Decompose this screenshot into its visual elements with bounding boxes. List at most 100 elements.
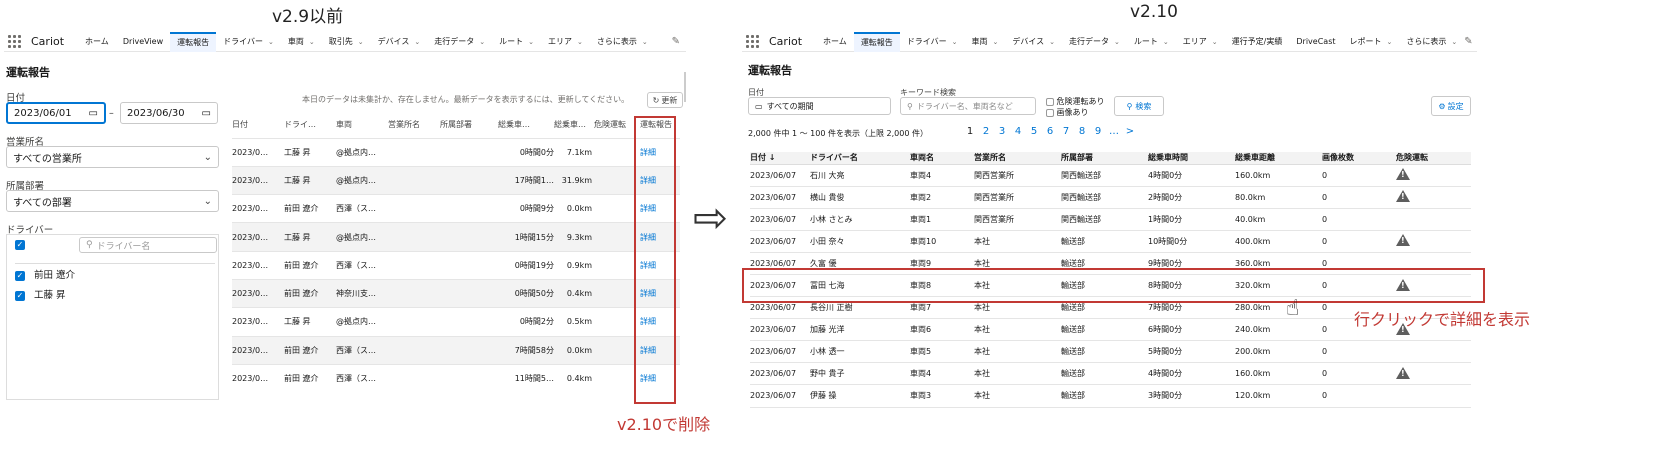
nav-tab[interactable]: ドライバー ⌄ (900, 32, 965, 52)
column-header[interactable]: 営業所名 (974, 152, 1061, 165)
date-range-select[interactable]: ▭ すべての期間 (748, 97, 891, 115)
nav-tab[interactable]: 運転報告 (170, 32, 217, 52)
chevron-down-icon[interactable]: ⌄ (1114, 32, 1120, 52)
settings-button[interactable]: ⚙ 設定 (1431, 96, 1471, 116)
date-from-input[interactable]: 2023/06/01 ▭ (6, 102, 106, 124)
table-row[interactable]: 2023/06/07 小林 さとみ 車両1 関西営業所 関西輸送部 1時間0分 40.0km… (750, 208, 1471, 231)
column-header[interactable]: ドライ… (284, 112, 336, 138)
filter-image-checkbox[interactable]: 画像あり (1046, 107, 1089, 118)
page-link[interactable]: 3 (994, 126, 1010, 137)
driver-item[interactable]: ✓ 工藤 昇 (15, 287, 66, 301)
nav-tab[interactable]: ルート ⌄ (492, 32, 541, 52)
nav-tab[interactable]: 取引先 ⌄ (322, 32, 371, 52)
chevron-down-icon[interactable]: ⌄ (414, 32, 420, 52)
edit-nav-icon[interactable]: ✎ (1464, 36, 1472, 47)
page-link[interactable]: 8 (1074, 126, 1090, 137)
column-header[interactable]: 車両 (336, 112, 388, 138)
nav-tab[interactable]: エリア ⌄ (541, 32, 590, 52)
nav-tab[interactable]: DriveCast (1289, 32, 1342, 52)
page-link[interactable]: 1 (962, 126, 978, 137)
chevron-down-icon[interactable]: ⌄ (577, 32, 583, 52)
column-header[interactable]: 所属部署 (1061, 152, 1148, 165)
chevron-down-icon[interactable]: ⌄ (1387, 32, 1393, 52)
nav-tab[interactable]: エリア ⌄ (1176, 32, 1225, 52)
page-link[interactable]: 7 (1058, 126, 1074, 137)
column-header[interactable]: 日付 ↓ (750, 152, 810, 165)
page-link[interactable]: 2 (978, 126, 994, 137)
keyword-search-input[interactable]: ⚲ ドライバー名、車両名など (900, 97, 1036, 115)
chevron-down-icon[interactable]: ⌄ (993, 32, 999, 52)
page-link[interactable]: 6 (1042, 126, 1058, 137)
nav-tab[interactable]: デバイス ⌄ (1005, 32, 1062, 52)
app-launcher-icon[interactable] (8, 35, 21, 48)
nav-tab[interactable]: デバイス ⌄ (371, 32, 428, 52)
page-link[interactable]: 9 (1090, 126, 1106, 137)
nav-tab[interactable]: 運行予定/実績 (1225, 32, 1290, 52)
nav-tab[interactable]: さらに表示 ⌄ (590, 32, 655, 52)
column-header[interactable]: ドライバー名 (810, 152, 910, 165)
table-row[interactable]: 2023/06/07 石川 大亮 車両4 関西営業所 関西輸送部 4時間0分 160.0km… (750, 164, 1471, 187)
driver-checkbox[interactable]: ✓ (15, 270, 25, 281)
chevron-down-icon[interactable]: ⌄ (1049, 32, 1055, 52)
chevron-down-icon[interactable]: ⌄ (1163, 32, 1169, 52)
table-cell: 0 (1322, 362, 1396, 386)
checkbox[interactable] (1046, 97, 1054, 106)
column-header[interactable]: 画像枚数 (1322, 152, 1396, 165)
column-header[interactable]: 所属部署 (440, 112, 498, 138)
nav-tab[interactable]: ルート ⌄ (1127, 32, 1176, 52)
page-link[interactable]: … (1106, 126, 1122, 137)
office-select[interactable]: すべての営業所 ⌄ (6, 146, 219, 168)
nav-tab[interactable]: DriveView (116, 32, 170, 52)
nav-tab[interactable]: さらに表示 ⌄ (1399, 32, 1464, 52)
nav-tab[interactable]: ホーム (78, 32, 116, 52)
chevron-down-icon[interactable]: ⌄ (1212, 32, 1218, 52)
table-row[interactable]: 2023/06/07 野中 貴子 車両4 本社 輸送部 4時間0分 160.0km 0 (750, 362, 1471, 386)
chevron-down-icon[interactable]: ⌄ (268, 32, 274, 52)
chevron-down-icon[interactable]: ⌄ (479, 32, 485, 52)
nav-tab[interactable]: 車両 ⌄ (281, 32, 322, 52)
driver-checkbox[interactable]: ✓ (15, 290, 25, 301)
checkbox[interactable] (1046, 108, 1054, 117)
column-header[interactable]: 営業所名 (388, 112, 440, 138)
refresh-button[interactable]: ↻ 更新 (647, 92, 683, 108)
chevron-down-icon[interactable]: ⌄ (309, 32, 315, 52)
nav-tab[interactable]: 車両 ⌄ (965, 32, 1006, 52)
page-link[interactable]: 5 (1026, 126, 1042, 137)
filter-danger-checkbox[interactable]: 危険運転あり (1046, 96, 1105, 107)
nav-tab[interactable]: レポート ⌄ (1343, 32, 1400, 52)
column-header[interactable]: 総乗車距離 (1235, 152, 1322, 165)
page-link[interactable]: > (1122, 126, 1138, 137)
driver-item[interactable]: ✓ 前田 遼介 (15, 263, 215, 281)
chevron-down-icon[interactable]: ⌄ (642, 32, 648, 52)
edit-nav-icon[interactable]: ✎ (672, 36, 680, 47)
column-header[interactable]: 危険運転 (1396, 152, 1471, 165)
column-header[interactable]: 総乗車… (554, 112, 594, 138)
column-header[interactable]: 総乗車時間 (1148, 152, 1235, 165)
driver-search-input[interactable]: ⚲ ドライバー名 (79, 237, 217, 253)
calendar-icon[interactable]: ▭ (202, 108, 211, 119)
calendar-icon[interactable]: ▭ (89, 108, 98, 119)
column-header[interactable]: 日付 (232, 112, 284, 138)
column-header[interactable]: 車両名 (910, 152, 974, 165)
app-launcher-icon[interactable] (746, 35, 759, 48)
chevron-down-icon[interactable]: ⌄ (952, 32, 958, 52)
nav-tab[interactable]: 運転報告 (853, 32, 900, 52)
column-header[interactable]: 総乗車… (498, 112, 554, 138)
select-all-checkbox[interactable]: ✓ (15, 240, 25, 250)
chevron-down-icon[interactable]: ⌄ (358, 32, 364, 52)
scrollbar[interactable] (684, 72, 686, 102)
table-row[interactable]: 2023/06/07 伊藤 操車両3 本社 輸送部 3時間0分 120.0km 0 (750, 384, 1471, 408)
search-button[interactable]: ⚲ 検索 (1114, 96, 1164, 116)
nav-tab[interactable]: 走行データ ⌄ (427, 32, 492, 52)
date-to-input[interactable]: 2023/06/30 ▭ (120, 102, 218, 124)
chevron-down-icon[interactable]: ⌄ (528, 32, 534, 52)
nav-tab[interactable]: ドライバー ⌄ (216, 32, 281, 52)
dept-select[interactable]: すべての部署 ⌄ (6, 190, 219, 212)
table-row[interactable]: 2023/06/07 小田 奈々 車両10 本社 輸送部 10時間0分 400.0km 0 (750, 230, 1471, 253)
table-row[interactable]: 2023/06/07 小林 透一 車両5 本社 輸送部 5時間0分 200.0km 0 (750, 340, 1471, 364)
chevron-down-icon[interactable]: ⌄ (1451, 32, 1457, 52)
nav-tab[interactable]: 走行データ ⌄ (1062, 32, 1127, 52)
nav-tab[interactable]: ホーム (816, 32, 854, 52)
table-row[interactable]: 2023/06/07 横山 貴俊 車両2 関西営業所 関西輸送部 2時間0分 80.0km 0 (750, 186, 1471, 209)
page-link[interactable]: 4 (1010, 126, 1026, 137)
